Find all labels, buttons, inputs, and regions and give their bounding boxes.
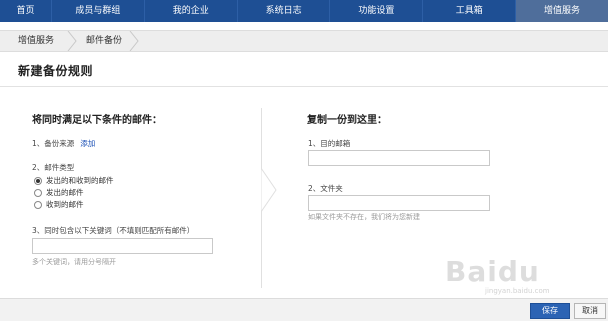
mail-type-option-label: 发出的邮件 [46,188,84,197]
page-title: 新建备份规则 [18,64,94,78]
add-source-link[interactable]: 添加 [80,139,95,148]
radio-button-checked[interactable] [34,176,42,185]
nav-item-value-added-services[interactable]: 增值服务 [516,0,608,22]
nav-item-home[interactable]: 首页 [0,0,52,22]
mail-type-option-label: 收到的邮件 [46,200,84,209]
breadcrumb-item-mail-backup: 邮件备份 [86,36,123,46]
folder-hint: 如果文件夹不存在，我们将为您新建 [308,213,420,221]
folder-input[interactable] [308,195,490,211]
keywords-input[interactable] [32,238,213,254]
save-button[interactable]: 保存 [530,303,570,319]
nav-item-members-groups[interactable]: 成员与群组 [52,0,145,22]
breadcrumb-separator-icon [129,31,139,51]
keywords-hint: 多个关键词，请用分号隔开 [32,258,116,266]
destination-mailbox-input[interactable] [308,150,490,166]
action-bar: 保存 取消 [0,298,608,321]
mail-type-option-received[interactable]: 收到的邮件 [34,199,84,210]
mail-type-option-label: 发出的和收到的邮件 [46,176,114,185]
nav-item-my-enterprise[interactable]: 我的企业 [145,0,238,22]
nav-item-feature-settings[interactable]: 功能设置 [330,0,424,22]
nav-item-system-log[interactable]: 系统日志 [238,0,331,22]
keywords-label: 3、同时包含以下关键词（不填则匹配所有邮件） [32,226,195,235]
title-divider [0,86,608,87]
backup-source-label: 1、备份来源 [32,139,75,148]
radio-button[interactable] [34,188,42,197]
top-nav: 首页 成员与群组 我的企业 系统日志 功能设置 工具箱 增值服务 [0,0,608,22]
mail-type-option-both[interactable]: 发出的和收到的邮件 [34,175,114,186]
folder-label: 2、文件夹 [308,184,343,193]
breadcrumb: 增值服务 邮件备份 [0,30,608,52]
backup-source-row: 1、备份来源 添加 [32,138,95,149]
conditions-heading: 将同时满足以下条件的邮件： [32,115,162,126]
breadcrumb-item-value-added-services[interactable]: 增值服务 [18,31,54,51]
destination-mailbox-label: 1、目的邮箱 [308,139,351,148]
arrow-right-icon [261,168,277,212]
nav-item-toolbox[interactable]: 工具箱 [423,0,517,22]
breadcrumb-separator-icon [67,31,77,51]
mail-type-label: 2、邮件类型 [32,163,75,172]
radio-button[interactable] [34,200,42,209]
backup-rule-form: 将同时满足以下条件的邮件： 1、备份来源 添加 2、邮件类型 发出的和收到的邮件 … [0,88,608,298]
cancel-button[interactable]: 取消 [574,303,606,319]
mail-type-option-sent[interactable]: 发出的邮件 [34,187,84,198]
destination-heading: 复制一份到这里： [307,115,387,126]
